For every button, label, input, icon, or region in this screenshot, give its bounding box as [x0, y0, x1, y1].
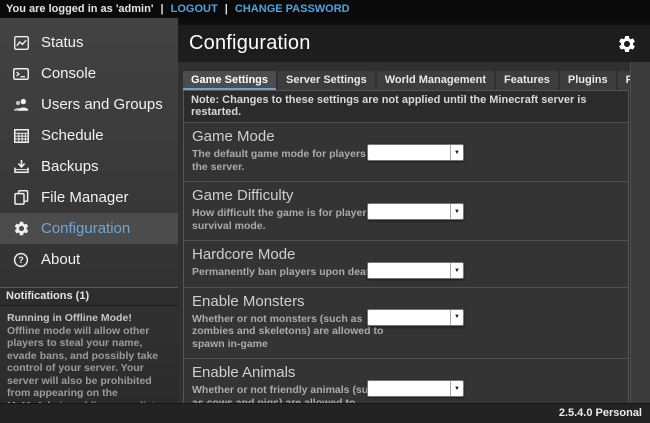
footer-bar: 2.5.4.0 Personal	[0, 403, 650, 423]
game-mode-select[interactable]: ▼	[367, 144, 464, 161]
main-panel: Configuration Game Settings Server Setti…	[178, 18, 650, 403]
tab-label: Features	[504, 74, 550, 86]
chevron-down-icon: ▼	[450, 310, 463, 325]
select-value	[368, 263, 450, 278]
setting-description: Whether or not monsters (such as zombies…	[192, 313, 390, 351]
sidebar-item-label: Status	[41, 34, 84, 51]
sidebar-item-file-manager[interactable]: File Manager	[0, 182, 178, 213]
setting-row: Enable Monsters Whether or not monsters …	[184, 287, 628, 359]
sidebar-item-status[interactable]: Status	[0, 27, 178, 58]
sidebar-item-label: Backups	[41, 158, 99, 175]
tab-label: World Management	[385, 74, 486, 86]
sidebar-item-label: File Manager	[41, 189, 129, 206]
chevron-down-icon: ▼	[450, 263, 463, 278]
settings-panel: Note: Changes to these settings are not …	[183, 90, 629, 403]
about-icon: ?	[12, 251, 30, 269]
setting-row: Enable Animals Whether or not friendly a…	[184, 358, 628, 403]
sidebar-nav: Status Console Users and Groups Schedule…	[0, 18, 178, 275]
configuration-content: Game Settings Server Settings World Mana…	[178, 62, 650, 403]
users-icon	[12, 96, 30, 114]
backups-icon	[12, 158, 30, 176]
svg-text:?: ?	[18, 255, 24, 265]
top-bar: You are logged in as 'admin' | LOGOUT | …	[0, 0, 650, 18]
scrollbar-track[interactable]	[630, 62, 650, 403]
sidebar-item-schedule[interactable]: Schedule	[0, 120, 178, 151]
chevron-down-icon: ▼	[450, 381, 463, 396]
setting-description: The default game mode for players on the…	[192, 148, 390, 173]
tab-plugins[interactable]: Plugins	[560, 71, 616, 90]
chevron-down-icon: ▼	[450, 204, 463, 219]
configuration-icon	[12, 220, 30, 238]
sidebar-item-users-and-groups[interactable]: Users and Groups	[0, 89, 178, 120]
tab-label: Server Settings	[286, 74, 367, 86]
select-value	[368, 381, 450, 396]
gear-icon[interactable]	[617, 34, 637, 54]
sidebar-item-label: Configuration	[41, 220, 130, 237]
sidebar-item-about[interactable]: ? About	[0, 244, 178, 275]
version-text: 2.5.4.0 Personal	[559, 407, 642, 419]
setting-row: Game Mode The default game mode for play…	[184, 123, 628, 181]
page-header: Configuration	[178, 25, 650, 62]
setting-name: Game Mode	[192, 128, 620, 145]
page-title: Configuration	[189, 32, 311, 55]
sidebar: Status Console Users and Groups Schedule…	[0, 18, 178, 403]
sidebar-item-backups[interactable]: Backups	[0, 151, 178, 182]
notification-title: Running in Offline Mode!	[7, 312, 171, 325]
setting-description: How difficult the game is for players in…	[192, 207, 390, 232]
select-value	[368, 310, 450, 325]
file-manager-icon	[12, 189, 30, 207]
setting-name: Hardcore Mode	[192, 246, 620, 263]
sidebar-item-label: About	[41, 251, 80, 268]
tab-label: Plugins	[568, 74, 608, 86]
restart-note: Note: Changes to these settings are not …	[184, 91, 628, 123]
tab-features[interactable]: Features	[496, 71, 558, 90]
select-value	[368, 145, 450, 160]
game-difficulty-select[interactable]: ▼	[367, 203, 464, 220]
sidebar-item-console[interactable]: Console	[0, 58, 178, 89]
status-icon	[12, 34, 30, 52]
separator: |	[225, 3, 228, 15]
settings-list: Game Mode The default game mode for play…	[184, 123, 628, 403]
tab-server-settings[interactable]: Server Settings	[278, 71, 375, 90]
console-icon	[12, 65, 30, 83]
setting-name: Enable Animals	[192, 364, 620, 381]
chevron-down-icon: ▼	[450, 145, 463, 160]
enable-monsters-select[interactable]: ▼	[367, 309, 464, 326]
select-value	[368, 204, 450, 219]
tab-world-management[interactable]: World Management	[377, 71, 494, 90]
tab-label: Game Settings	[191, 74, 268, 86]
notifications-header: Notifications (1)	[0, 287, 178, 306]
setting-name: Game Difficulty	[192, 187, 620, 204]
sidebar-item-configuration[interactable]: Configuration	[0, 213, 178, 244]
separator: |	[161, 3, 164, 15]
setting-name: Enable Monsters	[192, 293, 620, 310]
setting-description: Permanently ban players upon death.	[192, 266, 390, 279]
tab-game-settings[interactable]: Game Settings	[183, 71, 276, 90]
hardcore-mode-select[interactable]: ▼	[367, 262, 464, 279]
sidebar-item-label: Users and Groups	[41, 96, 163, 113]
setting-row: Game Difficulty How difficult the game i…	[184, 181, 628, 240]
change-password-link[interactable]: CHANGE PASSWORD	[235, 3, 350, 15]
sidebar-item-label: Schedule	[41, 127, 104, 144]
setting-description: Whether or not friendly animals (such as…	[192, 384, 390, 403]
schedule-icon	[12, 127, 30, 145]
setting-row: Hardcore Mode Permanently ban players up…	[184, 240, 628, 287]
logged-in-text: You are logged in as 'admin'	[6, 3, 153, 15]
tab-bar: Game Settings Server Settings World Mana…	[183, 71, 650, 90]
enable-animals-select[interactable]: ▼	[367, 380, 464, 397]
sidebar-item-label: Console	[41, 65, 96, 82]
logout-link[interactable]: LOGOUT	[171, 3, 218, 15]
